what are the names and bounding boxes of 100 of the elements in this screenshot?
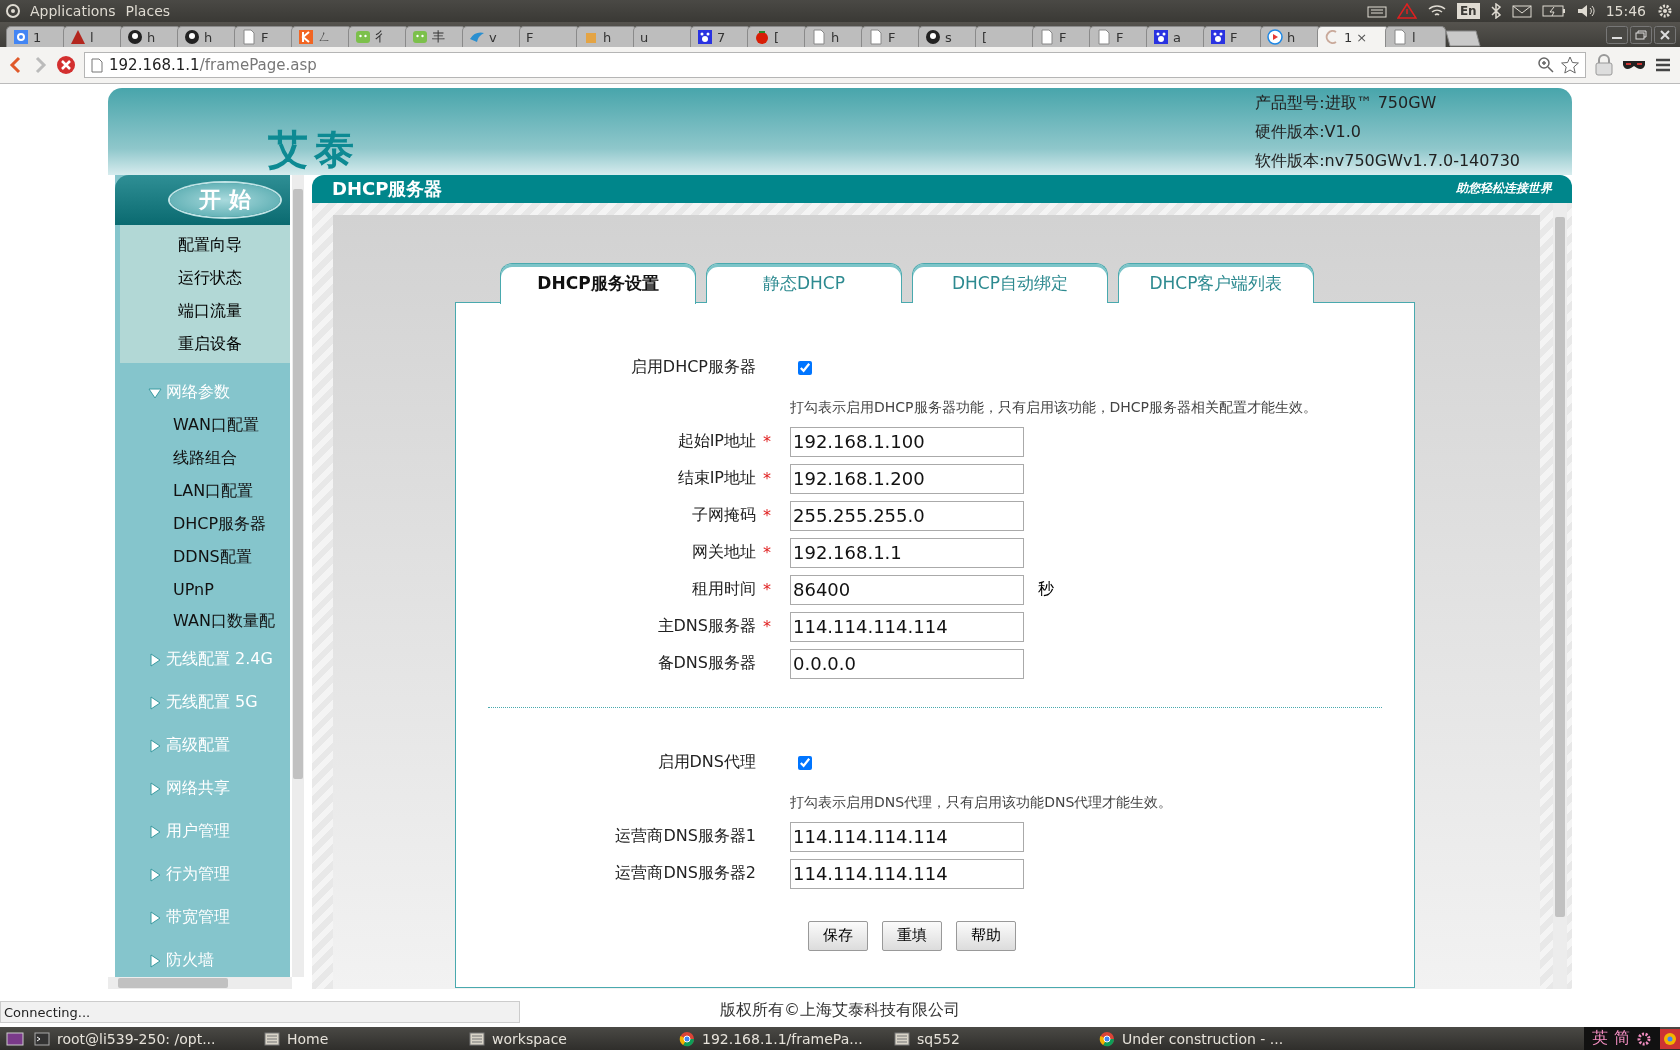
taskbar-item[interactable]: Under construction - ... xyxy=(1089,1030,1299,1047)
nav-group-label: 无线配置 5G xyxy=(166,692,258,714)
slogan: 助您轻松连接世界 xyxy=(1456,180,1552,198)
nav-group-label: 高级配置 xyxy=(166,735,230,757)
mail-icon[interactable] xyxy=(1511,4,1532,18)
paw-icon xyxy=(697,29,713,45)
form-button[interactable]: 帮助 xyxy=(956,920,1016,951)
input-field[interactable]: 0.0.0.0 xyxy=(790,648,1024,679)
field-label: 子网掩码 xyxy=(691,505,756,527)
scrollbar[interactable] xyxy=(1553,202,1567,990)
restore-icon[interactable] xyxy=(1630,26,1652,44)
g-logo-icon xyxy=(13,29,29,45)
window-icon xyxy=(264,1030,280,1047)
menu-icon[interactable] xyxy=(1654,57,1672,73)
paw-icon xyxy=(1153,29,1169,45)
ubuntu-logo-icon[interactable] xyxy=(6,4,20,18)
volume-icon[interactable] xyxy=(1575,3,1596,19)
input-field[interactable]: 114.114.114.114 xyxy=(790,858,1024,889)
lock-icon[interactable] xyxy=(1594,54,1614,76)
required-mark: * xyxy=(762,580,772,600)
logo-text: 艾泰 xyxy=(268,126,360,171)
page-icon xyxy=(241,29,257,45)
field-label: 网关地址 xyxy=(691,542,756,564)
input-field[interactable]: 114.114.114.114 xyxy=(790,821,1024,852)
keyboard-icon[interactable] xyxy=(1366,4,1387,18)
paw-icon xyxy=(1210,29,1226,45)
nav-item[interactable]: WAN口配置 xyxy=(173,414,290,436)
browser-tab[interactable]: F xyxy=(1203,26,1264,47)
nav-item[interactable]: 线路组合 xyxy=(173,447,290,469)
page-icon xyxy=(91,57,103,73)
nav-item[interactable]: UPnP xyxy=(173,579,290,599)
unit-label: 秒 xyxy=(1037,579,1055,601)
nav-item[interactable]: DDNS配置 xyxy=(173,546,290,568)
nav-group-label: 无线配置 2.4G xyxy=(166,649,273,671)
tab[interactable]: 静态DHCP xyxy=(706,262,902,303)
tab-close-button[interactable]: × xyxy=(1356,29,1368,45)
wifi-icon[interactable] xyxy=(1426,3,1447,19)
tab[interactable]: DHCP客户端列表 xyxy=(1118,262,1314,303)
nav-group-label: 网络参数 xyxy=(166,382,230,404)
menu-link[interactable]: 配置向导 xyxy=(178,234,290,256)
clock[interactable]: 15:46 xyxy=(1605,3,1646,19)
device-info: 产品型号:进取™ 750GW xyxy=(1255,93,1438,114)
battery-icon[interactable] xyxy=(1541,4,1566,18)
stop-icon[interactable] xyxy=(56,55,76,75)
checkbox[interactable] xyxy=(798,755,812,770)
menu-link[interactable]: 重启设备 xyxy=(178,333,290,355)
input-field[interactable]: 114.114.114.114 xyxy=(790,611,1024,642)
field-label: 启用DHCP服务器 xyxy=(629,357,756,379)
address-bar[interactable]: 192.168.1.1/framePage.asp xyxy=(84,52,1586,78)
required-mark: * xyxy=(762,543,772,563)
robot-icon xyxy=(412,29,428,45)
nav-group-label: 带宽管理 xyxy=(166,907,230,929)
menu-link[interactable]: 运行状态 xyxy=(178,267,290,289)
star-icon[interactable] xyxy=(1561,56,1579,74)
input-field[interactable]: 86400 xyxy=(790,574,1024,605)
taskbar-item[interactable]: root@li539-250: /opt... xyxy=(24,1030,254,1047)
menu-link[interactable]: 端口流量 xyxy=(178,300,290,322)
form-button[interactable]: 重填 xyxy=(882,920,942,951)
input-field[interactable]: 192.168.1.200 xyxy=(790,463,1024,494)
nav-item[interactable]: WAN口数量配 xyxy=(173,610,290,632)
keyboard-layout-indicator[interactable]: En xyxy=(1456,3,1480,19)
scrollbar[interactable] xyxy=(292,174,304,977)
hint-text: 打勾表示启用DNS代理，只有启用该功能DNS代理才能生效。 xyxy=(790,792,1174,811)
required-mark: * xyxy=(762,506,772,526)
tab[interactable]: DHCP服务设置 xyxy=(500,262,696,304)
section-title: DHCP服务器 xyxy=(332,176,443,201)
bluetooth-icon[interactable] xyxy=(1489,3,1502,19)
input-field[interactable]: 255.255.255.0 xyxy=(790,500,1024,531)
url-text: 192.168.1.1/framePage.asp xyxy=(109,56,317,74)
nav-group-label: 防火墙 xyxy=(166,950,214,972)
required-mark: * xyxy=(762,432,772,452)
form-button[interactable]: 保存 xyxy=(808,920,868,951)
zoom-icon[interactable] xyxy=(1537,56,1555,74)
gear-icon[interactable] xyxy=(1656,2,1674,20)
input-field[interactable]: 192.168.1.100 xyxy=(790,426,1024,457)
input-field[interactable]: 192.168.1.1 xyxy=(790,537,1024,568)
tab[interactable]: DHCP自动绑定 xyxy=(912,262,1108,303)
input-method-indicator[interactable]: 英 xyxy=(1592,1028,1608,1049)
taskbar-item[interactable]: workspace xyxy=(459,1030,669,1047)
triangle-logo-icon xyxy=(70,29,86,45)
taskbar-item[interactable]: Home xyxy=(254,1030,459,1047)
required-mark: * xyxy=(762,469,772,489)
menu-item[interactable]: Places xyxy=(125,3,171,19)
browser-icon[interactable] xyxy=(1660,1028,1680,1049)
minimize-icon[interactable] xyxy=(1606,26,1628,44)
desktop-icon[interactable] xyxy=(6,1030,24,1047)
window-icon xyxy=(469,1030,485,1047)
nav-item[interactable]: LAN口配置 xyxy=(173,480,290,502)
checkbox[interactable] xyxy=(798,360,812,375)
gear-icon[interactable] xyxy=(1636,1030,1652,1047)
taskbar-item[interactable]: sq552 xyxy=(884,1030,1089,1047)
device-info: 硬件版本:V1.0 xyxy=(1255,122,1362,143)
field-label: 备DNS服务器 xyxy=(656,653,756,675)
field-label: 运营商DNS服务器2 xyxy=(614,863,756,885)
taskbar-item[interactable]: 192.168.1.1/framePa... xyxy=(669,1030,884,1047)
input-method-indicator[interactable]: 简 xyxy=(1614,1028,1630,1049)
close-icon[interactable] xyxy=(1654,26,1676,44)
browser-tab[interactable]: l xyxy=(1385,26,1446,47)
nav-item[interactable]: DHCP服务器 xyxy=(173,513,290,535)
menu-item[interactable]: Applications xyxy=(30,3,116,19)
